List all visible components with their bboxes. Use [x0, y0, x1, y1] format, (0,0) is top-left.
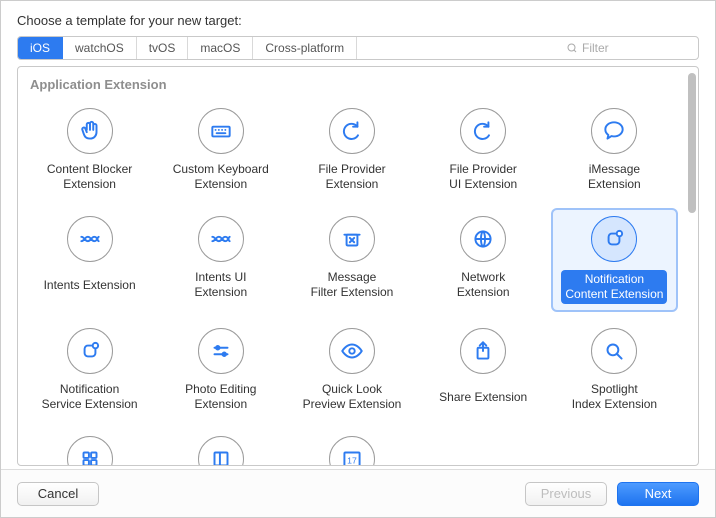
sliders-icon — [198, 328, 244, 374]
template-item[interactable]: Custom Keyboard Extension — [157, 100, 284, 200]
template-label: Photo Editing Extension — [185, 382, 256, 412]
template-item[interactable]: Network Extension — [420, 208, 547, 312]
template-item[interactable]: iMessage Extension — [551, 100, 678, 200]
platform-tab-watchos[interactable]: watchOS — [63, 37, 137, 59]
section-header: Application Extension — [26, 73, 678, 100]
platform-tab-tvos[interactable]: tvOS — [137, 37, 189, 59]
template-label: Custom Keyboard Extension — [173, 162, 269, 192]
cycle-icon — [329, 108, 375, 154]
platform-tab-macos[interactable]: macOS — [188, 37, 253, 59]
search-icon — [591, 328, 637, 374]
globe-icon — [460, 216, 506, 262]
template-panel: Application Extension Content Blocker Ex… — [17, 66, 699, 466]
scroll-area: Application Extension Content Blocker Ex… — [18, 67, 686, 465]
platform-tab-cross-platform[interactable]: Cross-platform — [253, 37, 357, 59]
waves-icon — [67, 216, 113, 262]
template-item[interactable]: Intents UI Extension — [157, 208, 284, 312]
template-label: Message Filter Extension — [311, 270, 394, 300]
template-label: Intents UI Extension — [194, 270, 247, 300]
speech-icon — [591, 108, 637, 154]
grid-icon — [67, 436, 113, 465]
template-label: Content Blocker Extension — [47, 162, 132, 192]
platform-segmented-control: iOSwatchOStvOSmacOSCross-platform — [18, 37, 357, 59]
template-item[interactable]: 17 — [288, 428, 415, 465]
template-label: File Provider UI Extension — [449, 162, 517, 192]
template-item[interactable] — [157, 428, 284, 465]
template-label: Intents Extension — [44, 270, 136, 300]
template-label: Notification Content Extension — [561, 270, 667, 304]
template-label: Share Extension — [439, 382, 527, 412]
dialog-footer: Cancel Previous Next — [1, 469, 715, 517]
template-item[interactable]: File Provider Extension — [288, 100, 415, 200]
keyboard-icon — [198, 108, 244, 154]
svg-text:17: 17 — [347, 455, 357, 465]
hand-icon — [67, 108, 113, 154]
square-dot-icon — [67, 328, 113, 374]
template-item[interactable]: Share Extension — [420, 320, 547, 420]
waves-icon — [198, 216, 244, 262]
cancel-button[interactable]: Cancel — [17, 482, 99, 506]
template-item[interactable]: File Provider UI Extension — [420, 100, 547, 200]
next-button[interactable]: Next — [617, 482, 699, 506]
template-item[interactable]: Notification Service Extension — [26, 320, 153, 420]
trash-icon — [329, 216, 375, 262]
template-label: File Provider Extension — [318, 162, 385, 192]
template-label: Quick Look Preview Extension — [303, 382, 402, 412]
share-icon — [460, 328, 506, 374]
template-item[interactable]: Quick Look Preview Extension — [288, 320, 415, 420]
dialog-prompt: Choose a template for your new target: — [1, 1, 715, 36]
cal17-icon: 17 — [329, 436, 375, 465]
filter-input[interactable]: Filter — [558, 37, 698, 59]
platform-filter-bar: iOSwatchOStvOSmacOSCross-platform Filter — [17, 36, 699, 60]
template-label: iMessage Extension — [588, 162, 641, 192]
scrollbar-thumb[interactable] — [688, 73, 696, 213]
template-item[interactable]: Spotlight Index Extension — [551, 320, 678, 420]
platform-tab-ios[interactable]: iOS — [18, 37, 63, 59]
template-item[interactable]: Message Filter Extension — [288, 208, 415, 312]
template-item[interactable]: Photo Editing Extension — [157, 320, 284, 420]
template-label: Network Extension — [457, 270, 510, 300]
filter-placeholder: Filter — [582, 41, 609, 55]
template-item[interactable] — [26, 428, 153, 465]
template-label: Notification Service Extension — [42, 382, 138, 412]
square-dot-icon — [591, 216, 637, 262]
template-label: Spotlight Index Extension — [572, 382, 657, 412]
template-grid: Content Blocker Extension Custom Keyboard… — [26, 100, 678, 465]
eye-icon — [329, 328, 375, 374]
panel-icon — [198, 436, 244, 465]
previous-button[interactable]: Previous — [525, 482, 607, 506]
template-item[interactable]: Intents Extension — [26, 208, 153, 312]
filter-icon — [566, 42, 578, 54]
template-item[interactable]: Notification Content Extension — [551, 208, 678, 312]
template-item[interactable]: Content Blocker Extension — [26, 100, 153, 200]
cycle-icon — [460, 108, 506, 154]
